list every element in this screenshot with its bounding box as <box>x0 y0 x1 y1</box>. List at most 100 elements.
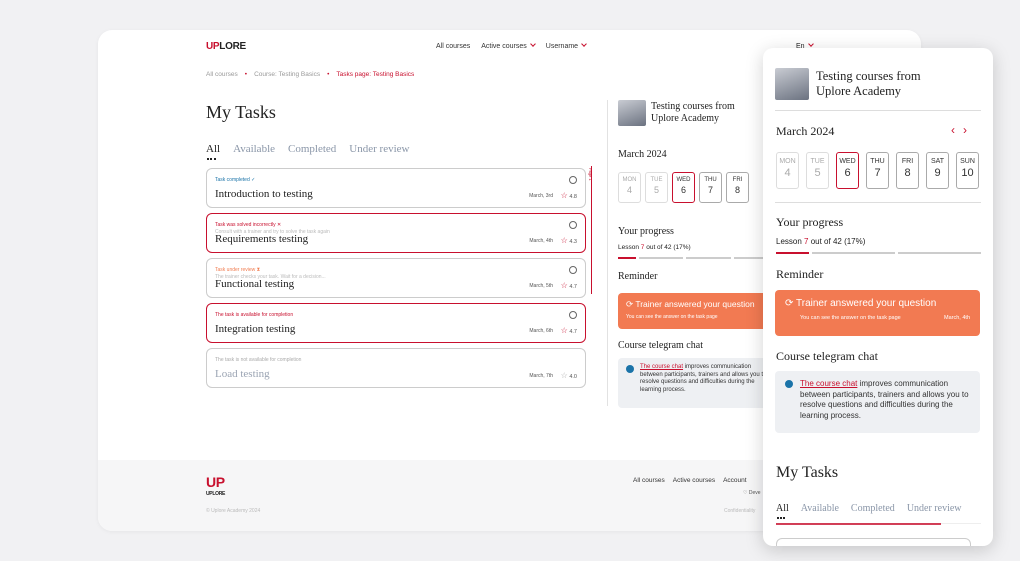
footer-link[interactable]: All courses <box>633 477 665 484</box>
tab-completed[interactable]: Completed <box>288 143 336 155</box>
reminder-card[interactable]: ⟳ Trainer answered your question You can… <box>775 290 980 336</box>
task-name: Introduction to testing <box>215 188 313 200</box>
calendar-day-today[interactable]: WED 6 <box>836 152 859 189</box>
task-rating: ☆ 4.0 <box>560 371 577 380</box>
tab-all[interactable]: All <box>776 503 789 519</box>
calendar-day[interactable]: TUE 5 <box>806 152 829 189</box>
calendar-month: March 2024 <box>776 124 835 138</box>
task-status: The task is available for completion <box>215 312 294 318</box>
tab-underline <box>776 523 981 525</box>
footer-link[interactable]: Account <box>723 477 747 484</box>
task-rating: ☆ 4.8 <box>560 191 577 200</box>
calendar-day-today[interactable]: WED 6 <box>672 172 695 203</box>
nav-all-courses[interactable]: All courses <box>436 43 470 50</box>
uplore-logo[interactable]: UPLORE <box>206 41 246 52</box>
course-banner[interactable]: Testing courses from Uplore Academy <box>618 100 735 126</box>
task-date: March, 5th <box>529 283 553 289</box>
task-status: The task is not available for completion <box>215 357 302 363</box>
calendar-day[interactable]: THU 7 <box>866 152 889 189</box>
task-name: Requirements testing <box>215 233 309 245</box>
task-date: March, 4th <box>529 238 553 244</box>
tab-available[interactable]: Available <box>233 143 275 155</box>
crumb-course[interactable]: Course: Testing Basics <box>254 71 320 78</box>
progress-title: Your progress <box>776 215 844 229</box>
tab-available[interactable]: Available <box>801 503 839 514</box>
reminder-title: Reminder <box>618 271 658 282</box>
circle-icon <box>569 176 577 184</box>
refresh-icon: ⟳ <box>626 299 634 309</box>
page-title: My Tasks <box>206 102 276 122</box>
telegram-card: The course chat improves communication b… <box>775 371 980 433</box>
task-card[interactable]: Task under review ⧗ The trainer checks y… <box>206 258 586 298</box>
calendar-day[interactable]: MON 4 <box>618 172 641 203</box>
calendar-day[interactable]: MON 4 <box>776 152 799 189</box>
reminder-card[interactable]: ⟳ Trainer answered your question You can… <box>618 293 778 329</box>
task-card[interactable]: The task is available for completion Int… <box>206 303 586 343</box>
retry-icon <box>569 221 577 229</box>
task-card: The task is not available for completion… <box>206 348 586 388</box>
footer-logo[interactable]: UP UPLORE <box>206 475 225 500</box>
task-date: March, 6th <box>529 328 553 334</box>
task-list: Task completed ✓ Introduction to testing… <box>206 168 586 393</box>
task-status: Task under review ⧗ <box>215 267 261 273</box>
star-icon: ☆ <box>560 281 568 290</box>
calendar-day[interactable]: THU 7 <box>699 172 722 203</box>
calendar-day[interactable]: SUN 10 <box>956 152 979 189</box>
task-card[interactable] <box>776 538 971 546</box>
confidentiality-link[interactable]: Confidentiality <box>724 508 755 514</box>
task-date: March, 7th <box>529 373 553 379</box>
telegram-icon <box>626 365 634 373</box>
calendar-day[interactable]: TUE 5 <box>645 172 668 203</box>
course-chat-link[interactable]: The course chat <box>800 379 857 388</box>
calendar-day[interactable]: FRI 8 <box>726 172 749 203</box>
progress-bar <box>776 252 982 254</box>
tab-all[interactable]: All <box>206 143 220 160</box>
breadcrumb: All courses • Course: Testing Basics • Tas… <box>206 71 415 78</box>
calendar-days: MON 4 TUE 5 WED 6 THU 7 FRI 8 SAT 9 SUN 10 <box>776 152 979 189</box>
task-status: Task was solved incorrectly ✕ <box>215 222 282 228</box>
telegram-card: The course chat improves communication b… <box>618 358 778 408</box>
refresh-icon: ⟳ <box>785 298 794 309</box>
calendar-month: March 2024 <box>618 149 667 160</box>
task-card[interactable]: Task was solved incorrectly ✕ Consult wi… <box>206 213 586 253</box>
divider <box>775 202 981 203</box>
star-icon: ☆ <box>560 371 568 380</box>
tab-under-review[interactable]: Under review <box>907 503 962 514</box>
crumb-all-courses[interactable]: All courses <box>206 71 238 78</box>
progress-text: Lesson 7 out of 42 (17%) <box>618 244 691 251</box>
task-name: Integration testing <box>215 323 296 335</box>
task-name: Load testing <box>215 368 270 380</box>
star-icon: ☆ <box>560 191 568 200</box>
developer-credit[interactable]: ♡ Deve <box>743 490 761 496</box>
tab-completed[interactable]: Completed <box>851 503 895 514</box>
scrollbar[interactable] <box>591 166 592 294</box>
star-icon: ☆ <box>560 236 568 245</box>
course-chat-link[interactable]: The course chat <box>640 364 683 370</box>
telegram-icon <box>785 380 793 388</box>
task-rating: ☆ 4.7 <box>560 281 577 290</box>
chevron-left-icon[interactable]: ‹ <box>951 123 963 137</box>
chevron-right-icon[interactable]: › <box>963 123 975 137</box>
task-rating: ☆ 4.3 <box>560 236 577 245</box>
task-tabs: All Available Completed Under review <box>776 503 962 519</box>
task-card[interactable]: Task completed ✓ Introduction to testing… <box>206 168 586 208</box>
circle-icon <box>569 266 577 274</box>
crumb-tasks-page: Tasks page: Testing Basics <box>336 71 415 78</box>
calendar-day[interactable]: SAT 9 <box>926 152 949 189</box>
divider <box>775 110 981 111</box>
nav-username[interactable]: Username <box>546 41 587 50</box>
calendar-arrows: ‹› <box>951 123 975 137</box>
chevron-down-icon <box>807 41 814 47</box>
banner-illustration <box>775 68 809 100</box>
circle-icon <box>569 311 577 319</box>
page-indicator: Page 1 <box>588 168 593 181</box>
calendar-day[interactable]: FRI 8 <box>896 152 919 189</box>
mobile-tasks-title: My Tasks <box>776 464 839 481</box>
telegram-title: Course telegram chat <box>776 349 878 363</box>
footer-link[interactable]: Active courses <box>673 477 715 484</box>
calendar-days: MON 4 TUE 5 WED 6 THU 7 FRI 8 <box>618 172 749 203</box>
course-banner[interactable]: Testing courses from Uplore Academy <box>775 68 921 100</box>
nav-active-courses[interactable]: Active courses <box>481 41 536 50</box>
progress-text: Lesson 7 out of 42 (17%) <box>776 237 866 246</box>
tab-under-review[interactable]: Under review <box>349 143 409 155</box>
